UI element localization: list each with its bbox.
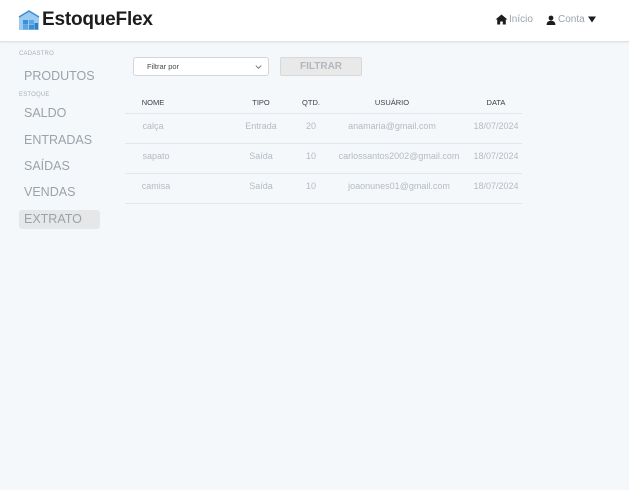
sidebar-item-saidas[interactable]: SAÍDAS [19, 157, 100, 176]
nav-home-label: Início [509, 14, 533, 25]
warehouse-boxes-icon [18, 10, 40, 30]
cell-nome: camisa [141, 181, 171, 191]
table-row[interactable]: camisa Saída 10 joaonunes01@gmail.com 18… [125, 173, 522, 204]
chevron-down-icon [255, 65, 262, 69]
table-row[interactable]: calça Entrada 20 anamaria@gmail.com 18/0… [125, 113, 522, 144]
sidebar-item-produtos[interactable]: PRODUTOS [19, 67, 100, 86]
sidebar-item-entradas[interactable]: ENTRADAS [19, 131, 100, 150]
filter-button[interactable]: FILTRAR [280, 57, 362, 76]
cell-qtd: 10 [305, 151, 316, 161]
cell-usuario: joaonunes01@gmail.com [348, 181, 450, 191]
cell-qtd: 20 [305, 121, 316, 131]
top-header: EstoqueFlex Início Conta [0, 0, 629, 42]
sidebar-item-vendas[interactable]: VENDAS [19, 183, 100, 202]
cell-nome: sapato [142, 151, 170, 161]
filter-select-placeholder: Filtrar por [147, 62, 180, 71]
column-header-nome: NOME [141, 98, 165, 107]
cell-tipo: Saída [249, 151, 273, 161]
nav-account-label: Conta [558, 14, 585, 25]
cell-nome: calça [142, 121, 164, 131]
sidebar-section-cadastro: CADASTRO [19, 51, 54, 57]
cell-data: 18/07/2024 [473, 151, 519, 161]
home-icon [495, 14, 508, 25]
sidebar-section-estoque: ESTOQUE [19, 92, 50, 98]
cell-usuario: anamaria@gmail.com [348, 121, 436, 131]
column-header-usuario: USUÁRIO [374, 98, 410, 107]
user-icon [546, 15, 556, 25]
cell-tipo: Saída [249, 181, 273, 191]
column-header-qtd: QTD. [302, 98, 320, 107]
app-logo[interactable]: EstoqueFlex [18, 9, 153, 31]
sidebar-item-saldo[interactable]: SALDO [19, 104, 100, 123]
cell-data: 18/07/2024 [473, 181, 519, 191]
caret-down-icon [587, 16, 596, 23]
app-root: EstoqueFlex Início Conta CADASTRO PRODUT… [0, 0, 629, 490]
cell-qtd: 10 [305, 181, 316, 191]
cell-usuario: carlossantos2002@gmail.com [338, 151, 460, 161]
column-header-tipo: TIPO [252, 98, 270, 107]
sidebar: CADASTRO PRODUTOS ESTOQUE SALDO ENTRADAS… [0, 42, 110, 490]
table-row[interactable]: sapato Saída 10 carlossantos2002@gmail.c… [125, 143, 522, 174]
cell-tipo: Entrada [245, 121, 277, 131]
app-name: EstoqueFlex [42, 9, 153, 30]
sidebar-item-extrato[interactable]: EXTRATO [19, 210, 100, 229]
cell-data: 18/07/2024 [473, 121, 519, 131]
column-header-data: DATA [486, 98, 506, 107]
nav-account-menu[interactable]: Conta [546, 14, 596, 25]
nav-home-link[interactable]: Início [495, 14, 533, 25]
table-bottom-border [125, 203, 522, 204]
filter-by-select[interactable]: Filtrar por [133, 57, 269, 76]
